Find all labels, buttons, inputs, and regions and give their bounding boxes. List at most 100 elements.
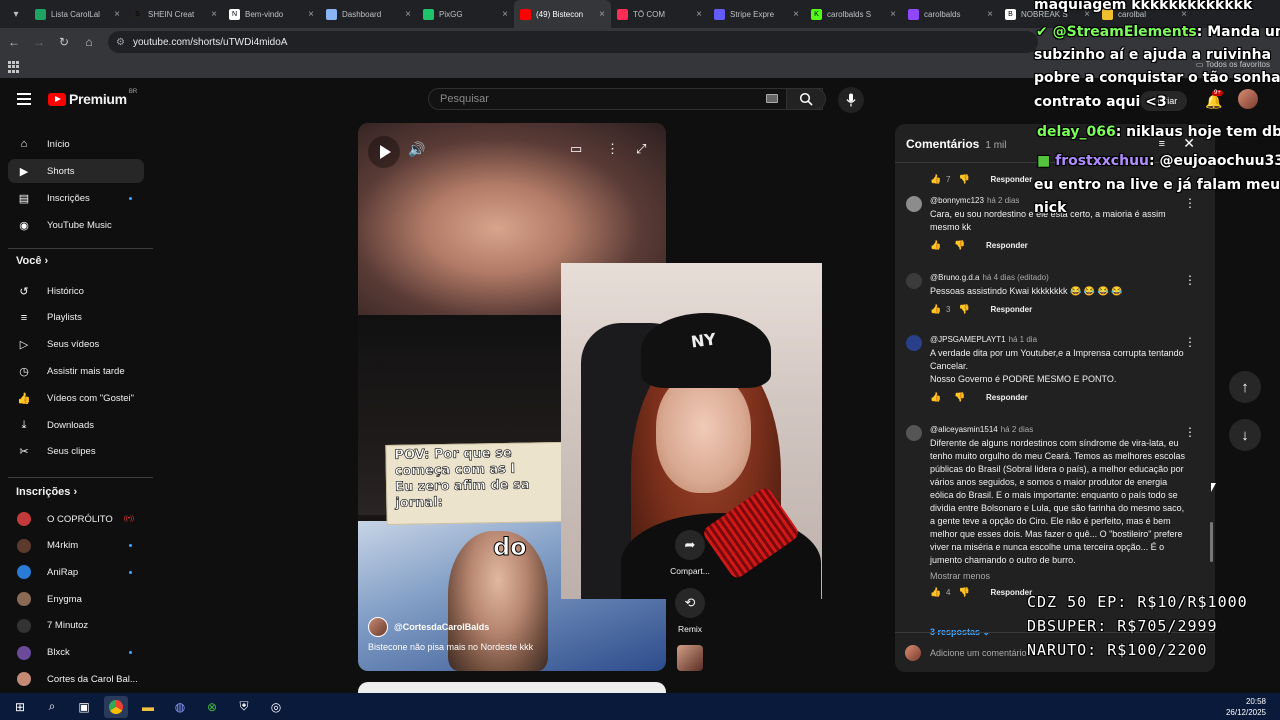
play-button[interactable]	[368, 136, 400, 168]
file-explorer-icon[interactable]: ▬	[136, 696, 160, 718]
sidebar-item-youtube-music[interactable]: ◉ YouTube Music	[8, 213, 144, 237]
commenter-avatar[interactable]	[906, 335, 922, 351]
tab-close-icon[interactable]: ×	[114, 9, 120, 20]
channel-row[interactable]: @CortesdaCarolBalds	[368, 617, 489, 637]
task-view-icon[interactable]: ▣	[72, 696, 96, 718]
sidebar-item-your-videos[interactable]: ▷ Seus vídeos	[8, 333, 144, 357]
commenter-handle[interactable]: @JPSGAMEPLAYT1	[930, 335, 1006, 344]
tab-close-icon[interactable]: ×	[987, 9, 993, 20]
show-less-button[interactable]: Mostrar menos	[930, 571, 1200, 581]
browser-tab[interactable]: Dashboard ×	[320, 0, 417, 28]
sidebar-item-shorts[interactable]: ▶ Shorts	[8, 159, 144, 183]
sidebar-subscription[interactable]: AniRap	[8, 560, 144, 584]
security-icon[interactable]: ⛨	[232, 696, 256, 718]
reply-button[interactable]: Responder	[990, 175, 1032, 184]
commenter-handle[interactable]: @bonnymc123	[930, 196, 984, 205]
browser-tab[interactable]: Lista CarolLal ×	[29, 0, 126, 28]
youtube-premium-logo[interactable]: Premium BR	[48, 89, 137, 107]
previous-short-button[interactable]: ↑	[1229, 371, 1261, 403]
account-avatar[interactable]	[1238, 89, 1258, 109]
sidebar-subscription[interactable]: M4rkim	[8, 534, 144, 558]
like-icon[interactable]: 👍	[930, 240, 944, 251]
browser-tab[interactable]: Kcarolbalds S ×	[805, 0, 902, 28]
sidebar-item-history[interactable]: ↺ Histórico	[8, 279, 144, 303]
back-icon[interactable]: ←	[3, 31, 25, 53]
commenter-handle[interactable]: @aliceyasmin1514	[930, 425, 998, 434]
tab-search-icon[interactable]: ▾	[3, 4, 29, 24]
taskbar-search-icon[interactable]: ⌕	[40, 696, 64, 718]
channel-name[interactable]: @CortesdaCarolBalds	[394, 622, 489, 632]
reply-button[interactable]: Responder	[986, 393, 1028, 402]
like-icon[interactable]: 👍	[930, 304, 944, 315]
share-icon[interactable]: ➦	[675, 530, 705, 560]
search-input[interactable]: Pesquisar	[428, 88, 823, 110]
tab-close-icon[interactable]: ×	[599, 9, 605, 20]
discord-icon[interactable]: ◍	[168, 696, 192, 718]
reload-icon[interactable]: ↻	[53, 31, 75, 53]
browser-tab[interactable]: PixGG ×	[417, 0, 514, 28]
tab-close-icon[interactable]: ×	[696, 9, 702, 20]
sidebar-subscription[interactable]: Cortes da Carol Bal...	[8, 667, 144, 691]
browser-tab[interactable]: S SHEIN Creat ×	[126, 0, 223, 28]
reply-button[interactable]: Responder	[990, 305, 1032, 314]
browser-tab[interactable]: (49) Bistecon ×	[514, 0, 611, 28]
keyboard-icon[interactable]	[766, 94, 778, 103]
reply-button[interactable]: Responder	[986, 241, 1028, 250]
tab-close-icon[interactable]: ×	[211, 9, 217, 20]
menu-icon[interactable]	[17, 93, 31, 105]
dislike-icon[interactable]: 👎	[954, 240, 968, 251]
captions-icon[interactable]: ▭	[570, 141, 582, 157]
volume-icon[interactable]: 🔊	[408, 141, 425, 158]
browser-tab[interactable]: carolbalds ×	[902, 0, 999, 28]
next-short-button[interactable]: ↓	[1229, 419, 1261, 451]
tab-close-icon[interactable]: ×	[890, 9, 896, 20]
dislike-icon[interactable]: 👎	[958, 304, 972, 315]
chrome-icon[interactable]	[104, 695, 128, 718]
sidebar-subscription[interactable]: Blxck	[8, 641, 144, 665]
remix-icon[interactable]: ⟲	[675, 588, 705, 618]
like-icon[interactable]: 👍	[930, 392, 944, 403]
comment-menu-icon[interactable]: ⋮	[1184, 273, 1196, 287]
sound-thumbnail[interactable]	[677, 645, 703, 671]
fullscreen-icon[interactable]: ⤢	[636, 141, 646, 157]
site-info-icon[interactable]: ⚙	[116, 37, 125, 48]
sidebar-subscription[interactable]: 7 Minutoz	[8, 614, 144, 638]
browser-tab[interactable]: N Bem-vindo ×	[223, 0, 320, 28]
tab-close-icon[interactable]: ×	[502, 9, 508, 20]
windows-start-icon[interactable]: ⊞	[8, 696, 32, 718]
sidebar-subscription[interactable]: Enygma	[8, 587, 144, 611]
commenter-handle[interactable]: @Bruno.g.d.a	[930, 273, 979, 282]
tab-close-icon[interactable]: ×	[793, 9, 799, 20]
home-browser-icon[interactable]: ⌂	[78, 31, 100, 53]
sidebar-item-liked[interactable]: 👍 Vídeos com "Gostei"	[8, 386, 144, 410]
sidebar-subscription[interactable]: O COPRÓLITO ((•))	[8, 507, 144, 531]
like-icon[interactable]: 👍	[930, 174, 944, 185]
tab-close-icon[interactable]: ×	[405, 9, 411, 20]
sidebar-item-subscriptions[interactable]: ▤ Inscrições	[8, 186, 144, 210]
dislike-icon[interactable]: 👎	[958, 587, 972, 598]
sidebar-item-downloads[interactable]: ⤓ Downloads	[8, 413, 144, 437]
search-button[interactable]	[786, 88, 826, 110]
commenter-avatar[interactable]	[906, 425, 922, 441]
browser-tab[interactable]: Stripe Expre ×	[708, 0, 805, 28]
channel-avatar[interactable]	[368, 617, 388, 637]
more-options-icon[interactable]: ⋮	[606, 141, 619, 157]
commenter-avatar[interactable]	[906, 196, 922, 212]
xbox-icon[interactable]: ⊗	[200, 696, 224, 718]
share-action[interactable]: ➦ Compart...	[670, 530, 710, 576]
obs-icon[interactable]: ◎	[264, 696, 288, 718]
forward-icon[interactable]: →	[28, 31, 50, 53]
comment-menu-icon[interactable]: ⋮	[1184, 196, 1196, 210]
voice-search-button[interactable]	[838, 87, 864, 113]
sidebar-item-watch-later[interactable]: ◷ Assistir mais tarde	[8, 359, 144, 383]
url-field[interactable]: ⚙ youtube.com/shorts/uTWDi4midoA	[108, 31, 1038, 53]
subscriptions-section-header[interactable]: Inscrições ›	[16, 486, 77, 498]
you-section-header[interactable]: Você ›	[16, 255, 48, 267]
apps-grid-icon[interactable]	[8, 61, 20, 73]
commenter-avatar[interactable]	[906, 273, 922, 289]
dislike-icon[interactable]: 👎	[958, 174, 972, 185]
remix-action[interactable]: ⟲ Remix	[670, 588, 710, 634]
sidebar-item-home[interactable]: ⌂ Início	[8, 132, 144, 156]
reply-button[interactable]: Responder	[990, 588, 1032, 597]
like-icon[interactable]: 👍	[930, 587, 944, 598]
